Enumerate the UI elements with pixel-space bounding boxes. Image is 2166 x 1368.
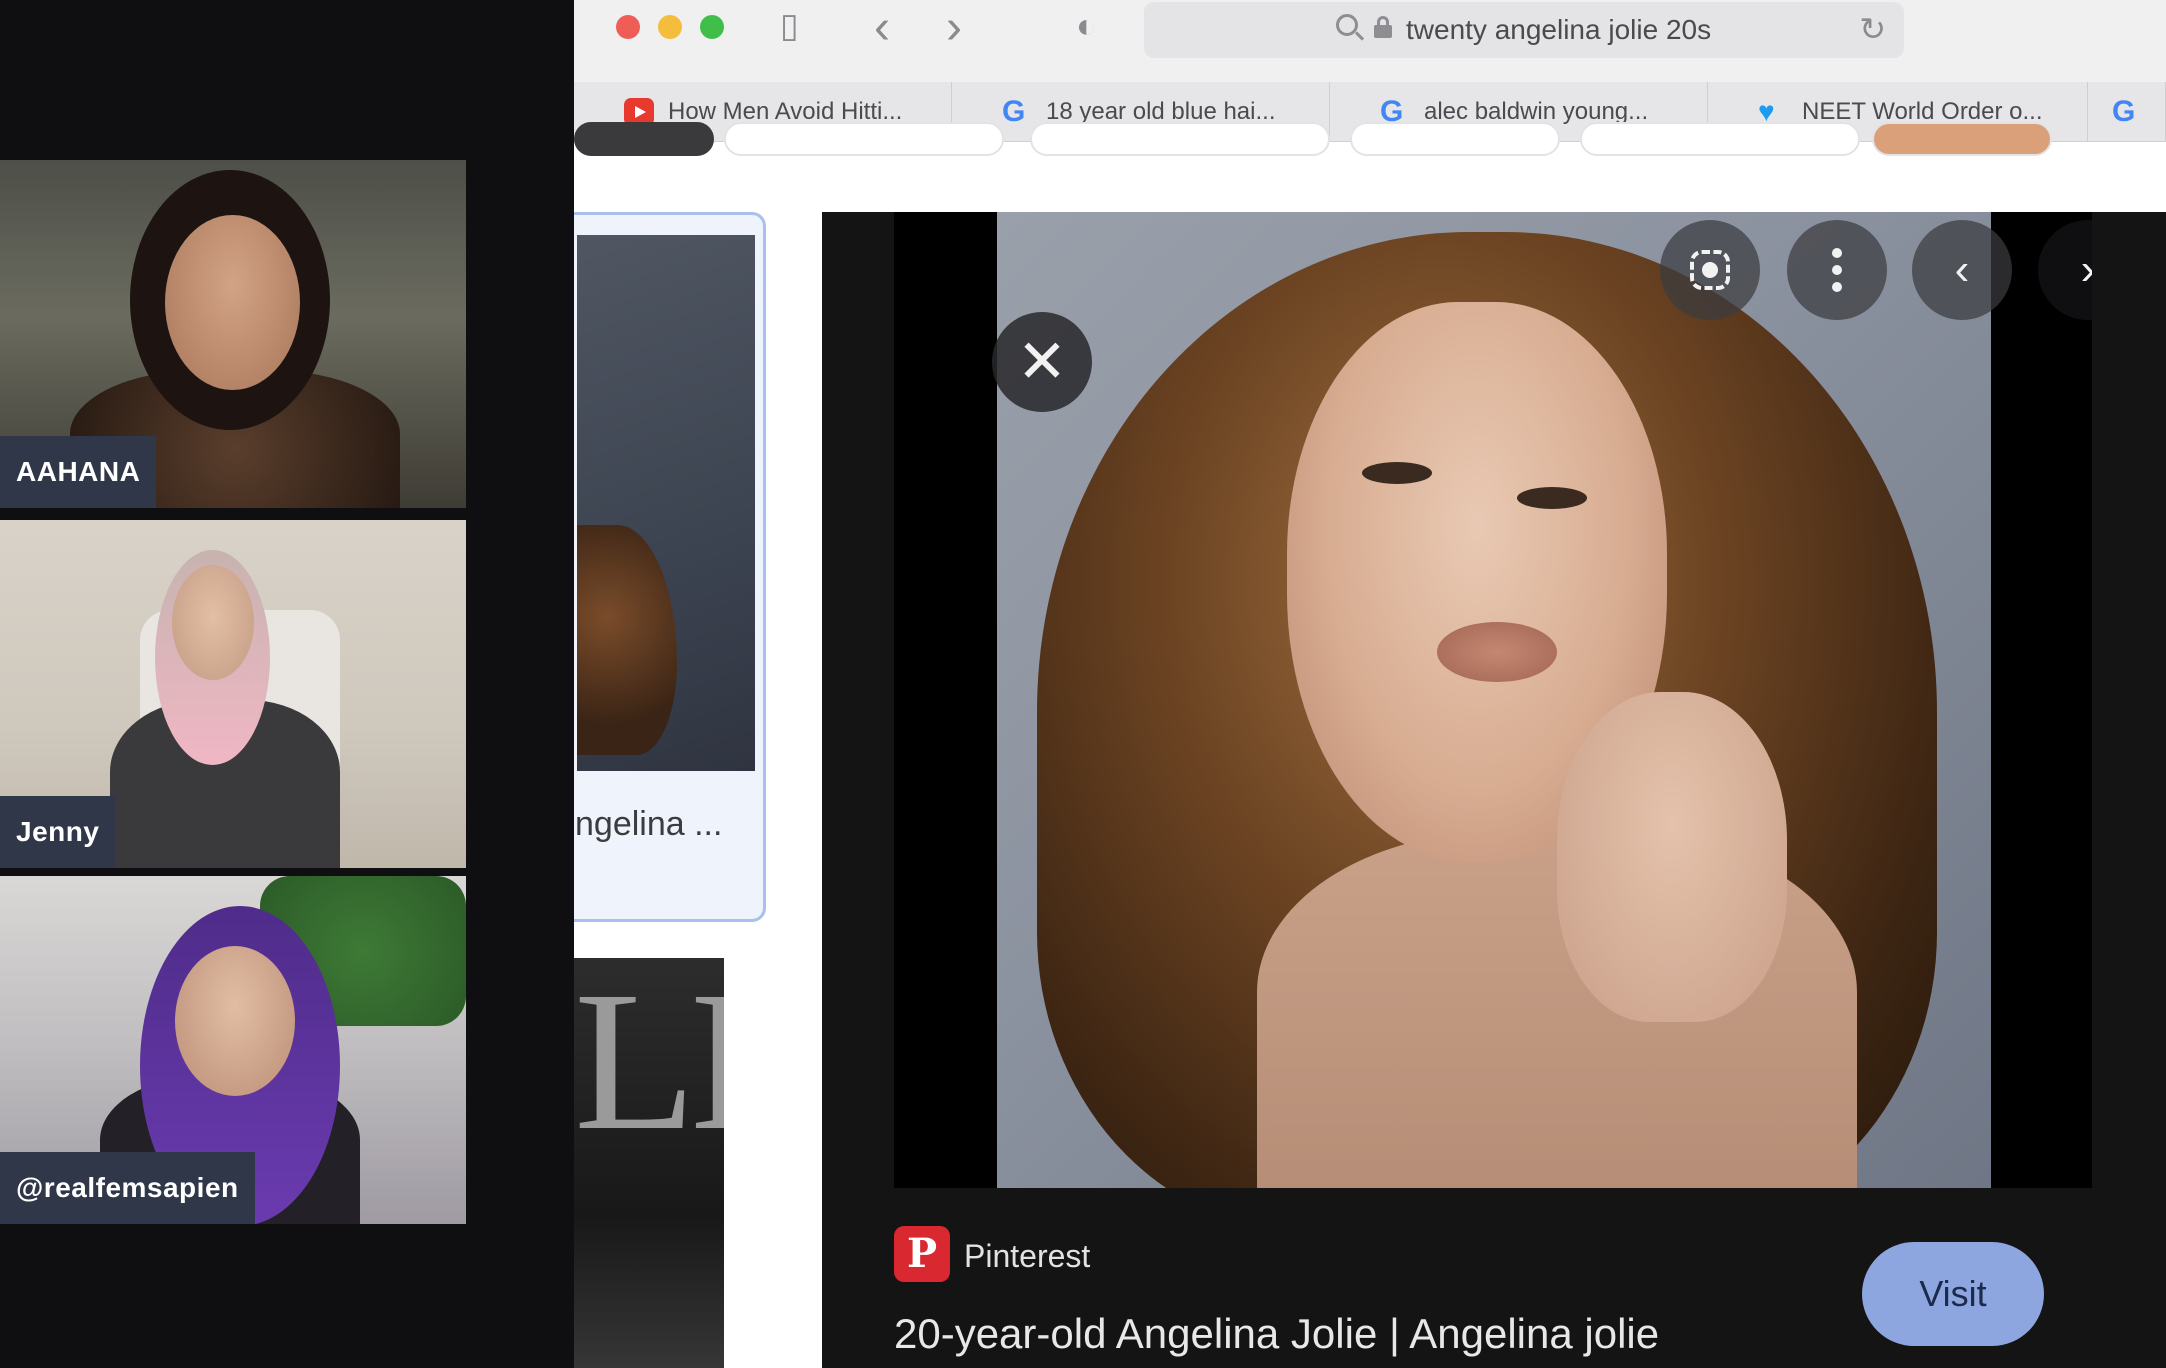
close-preview-button[interactable]: ✕ — [992, 312, 1092, 412]
back-icon[interactable]: ‹ — [874, 4, 890, 52]
selected-result-card[interactable]: ngelina ... — [574, 212, 766, 922]
magazine-masthead: LE — [574, 958, 724, 1172]
filter-chip[interactable] — [1872, 122, 2052, 156]
participant-name-tag: Jenny — [0, 796, 116, 868]
preview-image[interactable] — [997, 212, 1991, 1188]
participant-video-aahana: AAHANA — [0, 160, 466, 508]
image-preview-panel: ‹ › ✕ P Pinterest 20-year-old Angelina J… — [822, 212, 2166, 1368]
reload-icon[interactable]: ↻ — [1859, 10, 1886, 48]
filter-chip[interactable] — [1580, 122, 1860, 156]
close-icon: ✕ — [1016, 328, 1068, 395]
more-options-button[interactable] — [1787, 220, 1887, 320]
source-name[interactable]: Pinterest — [964, 1238, 1090, 1275]
participant-name-tag: AAHANA — [0, 436, 157, 508]
zoom-window-button[interactable] — [700, 15, 724, 39]
result-thumbnail[interactable] — [577, 235, 755, 771]
previous-image-button[interactable]: ‹ — [1912, 220, 2012, 320]
google-icon: G — [1002, 95, 1026, 128]
search-icon — [1336, 14, 1358, 36]
google-icon: G — [2112, 95, 2136, 128]
forward-icon[interactable]: › — [946, 4, 962, 52]
address-bar[interactable]: twenty angelina jolie 20s ↻ — [1144, 2, 1904, 58]
lock-icon — [1374, 16, 1392, 38]
address-text[interactable]: twenty angelina jolie 20s — [1406, 14, 1711, 46]
more-vert-icon — [1832, 248, 1842, 258]
participant-video-realfemsapien: @realfemsapien — [0, 876, 466, 1224]
sidebar-toggle-icon[interactable]: ▯ — [780, 8, 799, 44]
lens-search-button[interactable] — [1660, 220, 1760, 320]
participant-name-tag: @realfemsapien — [0, 1152, 255, 1224]
participant-panel: AAHANA Jenny @realfemsapien — [0, 0, 574, 1368]
pinterest-icon: P — [894, 1226, 950, 1282]
chevron-right-icon: › — [2081, 245, 2092, 294]
close-window-button[interactable] — [616, 15, 640, 39]
chevron-left-icon: ‹ — [1954, 245, 1970, 294]
result-caption: ngelina ... — [575, 805, 723, 843]
minimize-window-button[interactable] — [658, 15, 682, 39]
filter-chip[interactable] — [1350, 122, 1560, 156]
image-frame: ‹ › ✕ — [894, 212, 2092, 1188]
filter-chip[interactable] — [724, 122, 1004, 156]
filter-chips — [574, 122, 2166, 160]
filter-chip[interactable] — [574, 122, 714, 156]
filter-chip[interactable] — [1030, 122, 1330, 156]
participant-video-jenny: Jenny — [0, 520, 466, 868]
visit-button[interactable]: Visit — [1862, 1242, 2044, 1346]
shield-icon[interactable]: ◐ — [1076, 8, 1097, 44]
browser-toolbar: ▯ ‹ › ◐ twenty angelina jolie 20s ↻ — [574, 0, 2166, 82]
next-image-button[interactable]: › — [2038, 220, 2092, 320]
image-title[interactable]: 20-year-old Angelina Jolie | Angelina jo… — [894, 1310, 1659, 1358]
tab-partial[interactable]: G — [2088, 82, 2166, 142]
result-thumbnail-magazine[interactable]: LE — [574, 958, 724, 1368]
